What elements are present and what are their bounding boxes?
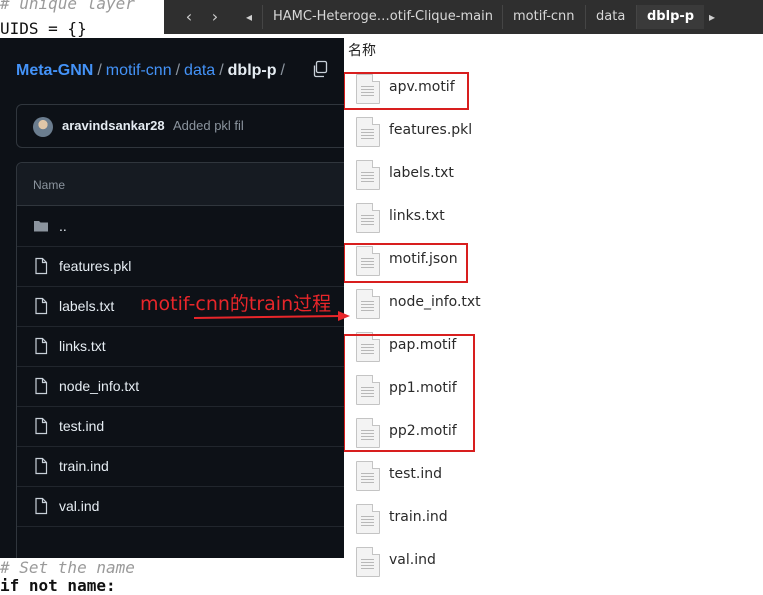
file-name: test.ind [389,466,442,482]
file-icon [35,377,48,395]
file-item[interactable]: node_info.txt [340,285,760,328]
file-icon [356,547,380,577]
row-name: links.txt [59,338,106,354]
file-name: features.pkl [389,122,473,138]
path-crumb-data[interactable]: data [585,5,635,29]
file-item[interactable]: pp2.motif [340,414,760,457]
latest-commit-bar: aravindsankar28 Added pkl fil [16,104,344,148]
breadcrumb-separator: / [219,62,224,79]
annotation-arrow [193,311,350,321]
file-name: links.txt [389,208,445,224]
path-crumb-project[interactable]: HAMC-Heteroge…otif-Clique-main [262,5,503,29]
file-name: node_info.txt [389,294,481,310]
file-name: labels.txt [389,165,454,181]
file-item[interactable]: train.ind [340,500,760,543]
file-item[interactable]: links.txt [340,199,760,242]
table-row[interactable]: train.ind [17,446,344,487]
file-item[interactable]: pap.motif [340,328,760,371]
file-manager-toolbar: ‹ › ◂ HAMC-Heteroge…otif-Clique-main mot… [164,0,763,34]
repo-breadcrumb: Meta-GNN / motif-cnn / data / dblp-p / [16,62,289,80]
file-icon [356,504,380,534]
code-comment-line: # unique layer [0,0,135,13]
folder-icon [34,221,48,232]
row-name: node_info.txt [59,378,140,394]
file-icon [356,74,380,104]
table-row[interactable]: test.ind [17,406,344,447]
table-row[interactable]: .. [17,206,344,247]
path-crumb-motif-cnn[interactable]: motif-cnn [502,5,585,29]
row-name: test.ind [59,418,105,434]
breadcrumb-current: dblp-p [227,62,277,79]
back-button[interactable]: ‹ [178,7,200,27]
file-name: motif.json [389,251,458,267]
row-name: val.ind [59,498,100,514]
file-name: train.ind [389,509,448,525]
file-icon [35,497,48,515]
file-icon [356,117,380,147]
file-item[interactable]: features.pkl [340,113,760,156]
file-list: apv.motif features.pkl labels.txt links.… [340,70,760,587]
row-name: .. [59,218,67,234]
code-line: if not name: [0,576,116,595]
breadcrumb-separator: / [97,62,102,79]
copy-path-icon[interactable] [312,60,328,78]
breadcrumb-repo-link[interactable]: Meta-GNN [16,62,93,79]
file-icon [356,246,380,276]
file-name: val.ind [389,552,436,568]
code-comment-line: # Set the name [0,558,135,577]
file-icon [356,375,380,405]
forward-button[interactable]: › [204,7,226,27]
file-icon [35,417,48,435]
row-name: labels.txt [59,298,115,314]
file-icon [356,418,380,448]
breadcrumb-separator: / [175,62,181,79]
file-name: pp2.motif [389,423,457,439]
file-item[interactable]: labels.txt [340,156,760,199]
path-scroll-left-button[interactable]: ◂ [238,7,260,27]
commit-message[interactable]: Added pkl fil [173,118,244,133]
path-crumb-dblp-p[interactable]: dblp-p [636,5,705,29]
path-scroll-right-button[interactable]: ▸ [701,7,723,27]
file-name: apv.motif [389,79,455,95]
row-name: train.ind [59,458,109,474]
name-column-header[interactable]: 名称 [340,34,763,68]
file-table-header: Name [17,163,344,206]
file-icon [356,289,380,319]
file-icon [356,203,380,233]
file-icon [356,160,380,190]
file-icon [35,457,48,475]
file-item[interactable]: pp1.motif [340,371,760,414]
file-item[interactable]: test.ind [340,457,760,500]
file-item[interactable]: apv.motif [340,70,760,113]
commit-author[interactable]: aravindsankar28 [62,118,165,133]
file-icon [35,337,48,355]
avatar[interactable] [33,117,53,137]
file-item[interactable]: motif.json [340,242,760,285]
file-icon [356,332,380,362]
file-icon [356,461,380,491]
breadcrumb-motif-cnn-link[interactable]: motif-cnn [106,62,172,79]
file-name: pap.motif [389,337,457,353]
name-column-header: Name [33,178,66,192]
table-row[interactable]: features.pkl [17,246,344,287]
code-line: UIDS = {} [0,19,87,38]
file-icon [35,257,48,275]
file-name: pp1.motif [389,380,457,396]
table-row[interactable]: links.txt [17,326,344,367]
file-table: Name .. features.pkl labels.txt links.tx… [16,162,344,558]
row-name: features.pkl [59,258,132,274]
file-item[interactable]: val.ind [340,543,760,586]
breadcrumb-separator: / [280,62,285,79]
table-row[interactable]: node_info.txt [17,366,344,407]
table-row[interactable]: val.ind [17,486,344,527]
breadcrumb-data-link[interactable]: data [184,62,215,79]
file-icon [35,297,48,315]
